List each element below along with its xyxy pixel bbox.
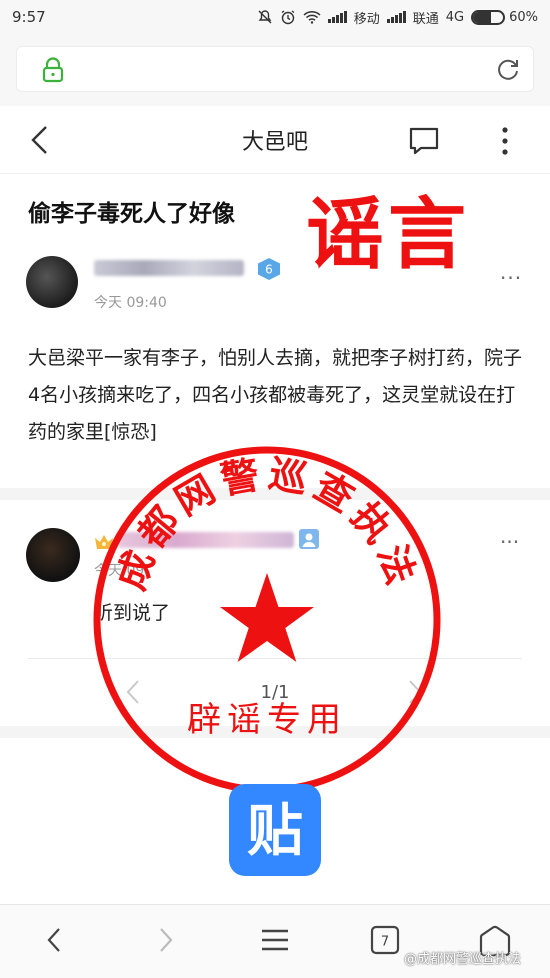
- carrier-1: 移动: [353, 11, 380, 27]
- status-indicators: 移动 联通 4G 60%: [257, 8, 538, 27]
- post-title: 偷李子毒死人了好像: [28, 201, 235, 227]
- status-bar: 9:57 移动 联通 4G 60%: [0, 0, 550, 34]
- battery-percent: 60%: [509, 9, 538, 25]
- post-more-button[interactable]: ···: [500, 266, 522, 290]
- lock-icon: [42, 57, 64, 83]
- signal-icon: [386, 11, 406, 23]
- address-bar[interactable]: [16, 46, 534, 92]
- tieba-logo-text: 贴: [247, 799, 303, 864]
- back-icon[interactable]: [44, 925, 66, 955]
- author-name-blurred[interactable]: [94, 260, 244, 276]
- level-number: 6: [265, 263, 273, 277]
- weibo-watermark: @成都网警巡查执法: [404, 952, 522, 967]
- nav-header: 大邑吧: [0, 106, 550, 174]
- more-vertical-icon[interactable]: [494, 124, 516, 158]
- wifi-icon: [303, 11, 321, 24]
- tabs-count: 7: [381, 935, 389, 950]
- comment-icon[interactable]: [408, 126, 440, 156]
- author-avatar[interactable]: [26, 256, 78, 308]
- carrier-2: 联通: [412, 11, 439, 27]
- tabs-icon[interactable]: 7: [370, 925, 400, 955]
- reply-avatar[interactable]: [26, 528, 80, 582]
- signal-icon: [327, 11, 347, 23]
- seal-star-icon: [220, 573, 314, 662]
- forward-icon[interactable]: [154, 925, 176, 955]
- post-body: 大邑梁平一家有李子，怕别人去摘，就把李子树打药，院子4名小孩摘来吃了，四名小孩都…: [28, 347, 523, 443]
- menu-icon[interactable]: [260, 925, 290, 955]
- battery-icon: [471, 9, 506, 25]
- rumor-label: 谣言: [306, 189, 471, 280]
- tieba-logo[interactable]: 贴: [229, 784, 321, 876]
- police-seal: 成都网警巡查执法 辟谣专用: [93, 446, 441, 794]
- mute-icon: [258, 10, 272, 24]
- seal-bottom-text: 辟谣专用: [187, 700, 347, 740]
- post-time: 今天 09:40: [94, 295, 167, 311]
- level-badge: 6: [258, 258, 280, 280]
- refresh-icon[interactable]: [495, 57, 521, 83]
- page-title: 大邑吧: [241, 130, 308, 155]
- status-time: 9:57: [12, 8, 46, 26]
- reply-more-button[interactable]: ···: [500, 530, 519, 554]
- battery: 60%: [471, 9, 538, 25]
- browser-address-area: [0, 34, 550, 106]
- network-type: 4G: [445, 9, 465, 25]
- alarm-icon: [281, 10, 295, 25]
